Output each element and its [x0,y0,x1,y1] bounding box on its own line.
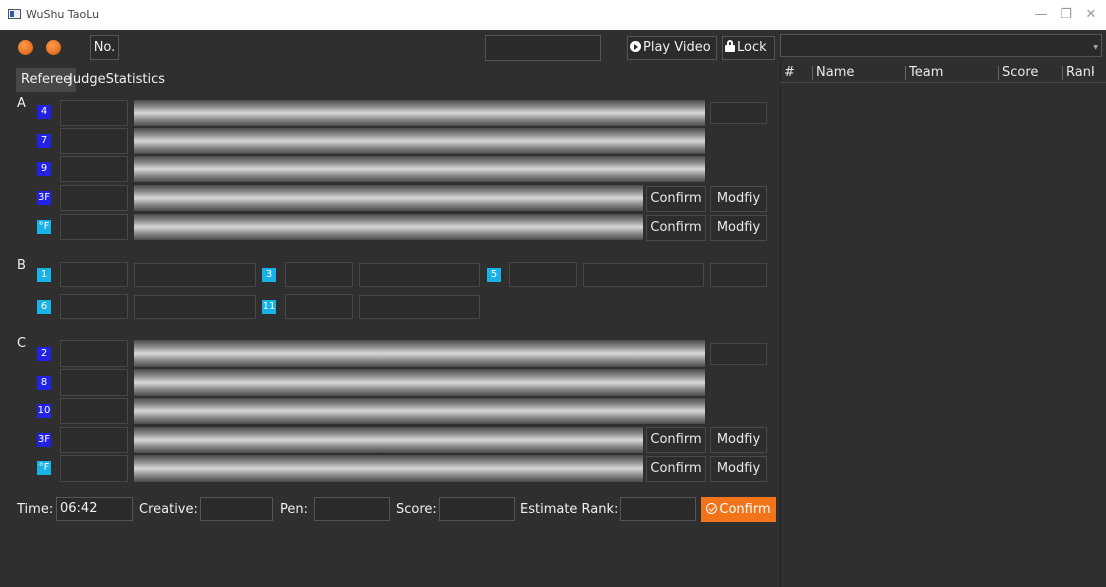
section-c-total-field[interactable] [710,343,767,365]
penalty-input[interactable] [314,497,390,521]
window-title: WuShu TaoLu [26,8,100,21]
judge-badge-b5: 5 [487,268,501,282]
score-field-b5[interactable] [509,262,577,287]
score-field-c3[interactable] [60,398,128,424]
column-header-score[interactable]: Score [1002,64,1038,82]
section-c-label: C [17,336,27,351]
progress-bar-a4 [134,185,643,211]
status-light-1 [18,40,33,55]
judge-badge-a5: °F [37,220,51,234]
status-light-2 [46,40,61,55]
number-button[interactable]: No. [90,35,119,60]
play-video-button[interactable]: Play Video [627,36,717,60]
deduction-field-b3[interactable] [359,263,480,287]
judge-badge-b1: 1 [37,268,51,282]
confirm-button-a5[interactable]: Confirm [646,215,706,241]
lock-label: Lock [737,40,767,55]
score-field-b3[interactable] [285,262,353,287]
judge-badge-c4: 3F [37,433,51,447]
header-divider [780,82,1106,83]
column-header-number[interactable]: # [784,64,795,82]
judge-badge-a3: 9 [37,162,51,176]
score-field-a5[interactable] [60,214,128,240]
progress-bar-a1 [134,100,705,126]
score-field-a2[interactable] [60,128,128,154]
score-field-a3[interactable] [60,156,128,182]
final-confirm-button[interactable]: Confirm [701,497,776,522]
progress-bar-a5 [134,214,643,240]
final-confirm-label: Confirm [719,502,771,517]
section-b-label: B [17,258,26,273]
progress-bar-a3 [134,156,705,182]
judge-badge-c3: 10 [37,404,51,418]
deduction-field-b6[interactable] [134,295,256,319]
modify-button-a5[interactable]: Modfiy [710,215,767,241]
title-bar: WuShu TaoLu — ❐ ✕ [0,0,1106,30]
time-label: Time: [17,502,54,517]
score-field-b11[interactable] [285,294,353,319]
close-button[interactable]: ✕ [1076,4,1106,26]
score-field-b1[interactable] [60,262,128,287]
judge-badge-b3: 3 [262,268,276,282]
estimate-rank-input[interactable] [620,497,696,521]
score-field-b6[interactable] [60,294,128,319]
app-window-icon [8,9,21,19]
judge-badge-b11: 11 [262,300,276,314]
score-field-a4[interactable] [60,185,128,211]
deduction-field-b5[interactable] [583,263,704,287]
event-select[interactable]: ▼ [780,34,1102,57]
creative-input[interactable] [200,497,273,521]
score-field-a1[interactable] [60,100,128,126]
check-circle-icon [706,503,718,514]
lock-icon [725,40,735,52]
judge-badge-c1: 2 [37,347,51,361]
modify-button-c4[interactable]: Modfiy [710,427,767,453]
judge-badge-a1: 4 [37,105,51,119]
time-input[interactable]: 06:42 [56,497,133,521]
progress-bar-c5 [134,455,643,482]
judge-badge-b6: 6 [37,300,51,314]
progress-bar-c4 [134,427,643,453]
judge-badge-a4: 3F [37,191,51,205]
score-label: Score: [396,502,437,517]
athlete-number-input[interactable] [485,35,601,61]
deduction-field-b11[interactable] [359,295,480,319]
estimate-rank-label: Estimate Rank: [520,502,619,517]
play-icon [630,41,641,52]
dropdown-arrow-icon: ▼ [1093,44,1098,51]
score-input[interactable] [439,497,515,521]
score-field-c4[interactable] [60,427,128,453]
score-field-c2[interactable] [60,369,128,396]
section-a-total-field[interactable] [710,102,767,124]
progress-bar-c3 [134,398,705,424]
section-a-label: A [17,96,26,111]
ranking-table-header: # Name Team Score Rank [780,64,1106,82]
ranking-panel [780,58,1106,587]
creative-label: Creative: [139,502,198,517]
tab-judge-statistics[interactable]: JudgeStatistics [64,68,170,92]
confirm-button-c4[interactable]: Confirm [646,427,706,453]
progress-bar-a2 [134,128,705,154]
score-field-c5[interactable] [60,455,128,482]
column-header-rank[interactable]: Rank [1066,64,1094,82]
progress-bar-c2 [134,369,705,396]
section-b-total-field[interactable] [710,263,767,287]
play-video-label: Play Video [643,40,711,55]
progress-bar-c1 [134,340,705,367]
score-field-c1[interactable] [60,340,128,367]
column-header-team[interactable]: Team [909,64,943,82]
deduction-field-b1[interactable] [134,263,256,287]
pen-label: Pen: [280,502,308,517]
modify-button-c5[interactable]: Modfiy [710,456,767,482]
confirm-button-c5[interactable]: Confirm [646,456,706,482]
confirm-button-a4[interactable]: Confirm [646,186,706,212]
lock-button[interactable]: Lock [722,36,775,60]
column-header-name[interactable]: Name [816,64,854,82]
modify-button-a4[interactable]: Modfiy [710,186,767,212]
judge-badge-a2: 7 [37,134,51,148]
judge-badge-c5: °F [37,461,51,475]
judge-badge-c2: 8 [37,376,51,390]
